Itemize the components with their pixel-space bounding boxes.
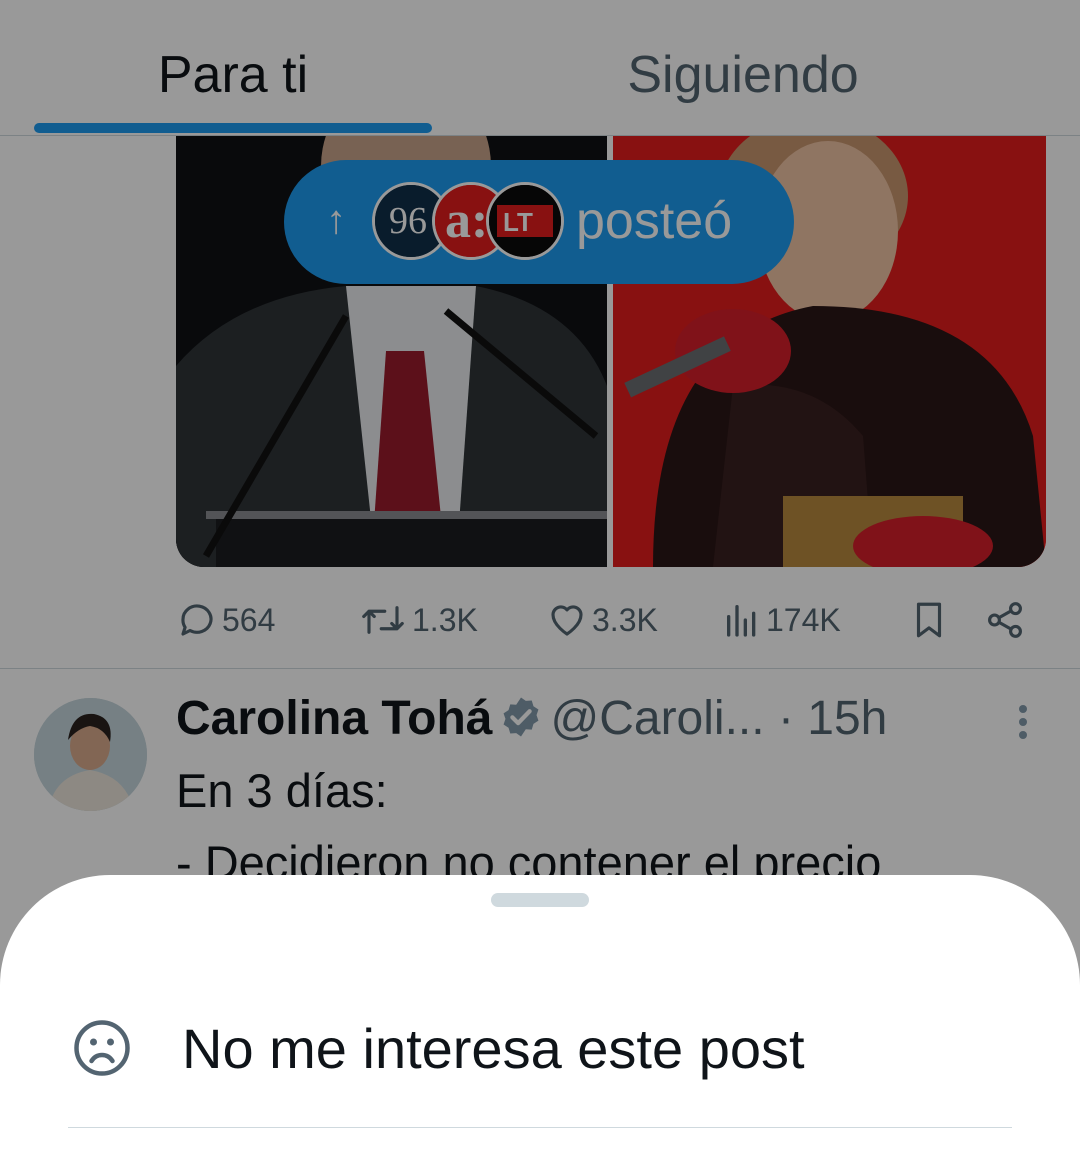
not-interested-option[interactable]: No me interesa este post [0, 1000, 1080, 1100]
sheet-grabber[interactable] [491, 893, 589, 907]
sad-face-icon [74, 1020, 130, 1076]
not-interested-label: No me interesa este post [182, 1017, 805, 1080]
bottom-sheet: No me interesa este post [0, 875, 1080, 1175]
sheet-divider [68, 1127, 1012, 1128]
